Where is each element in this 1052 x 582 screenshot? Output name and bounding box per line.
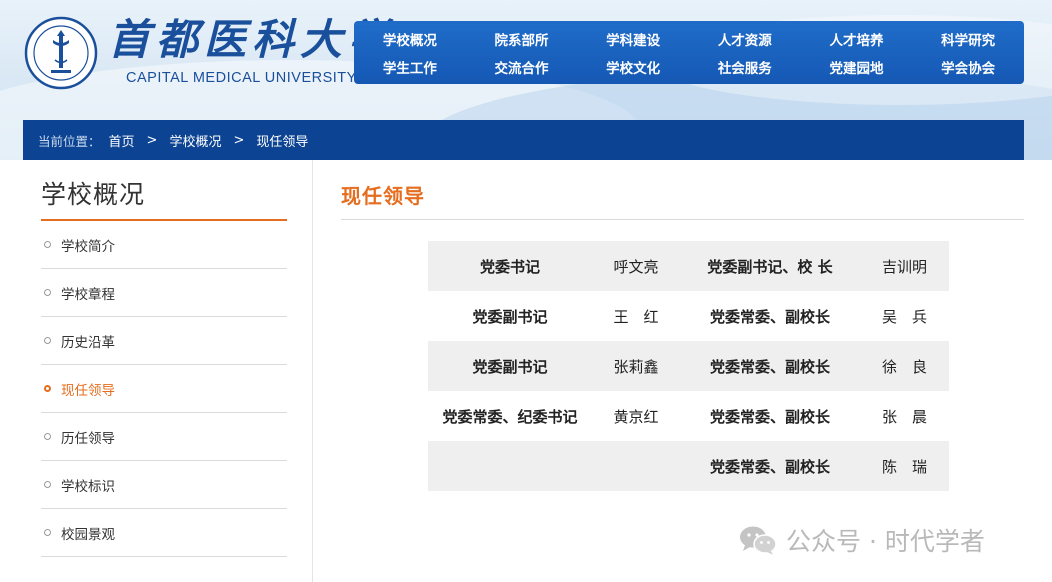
leader-name: 陈 瑞 <box>860 441 949 491</box>
bullet-icon <box>44 529 51 536</box>
leader-role: 党委书记 <box>428 241 592 291</box>
sidebar-item-label: 历任领导 <box>61 430 115 447</box>
nav-item-culture[interactable]: 学校文化 <box>577 53 689 81</box>
page-title: 现任领导 <box>341 184 425 208</box>
sidebar-item-history[interactable]: 历史沿革 <box>41 317 287 365</box>
leader-name: 吉训明 <box>860 241 949 291</box>
sidebar: 学校概况 学校简介 学校章程 历史沿革 现任领导 历任领导 学校标识 校园景观 <box>41 160 287 557</box>
sidebar-item-introduction[interactable]: 学校简介 <box>41 221 287 269</box>
leader-name: 黄京红 <box>613 407 659 426</box>
bullet-icon <box>44 481 51 488</box>
sidebar-item-charter[interactable]: 学校章程 <box>41 269 287 317</box>
leader-role: 党委常委、副校长 <box>680 341 860 391</box>
table-row: 党委书记 呼文亮 党委副书记、校 长 吉训明 <box>428 241 949 291</box>
nav-item-disciplines[interactable]: 学科建设 <box>577 25 689 53</box>
table-row: 党委常委、副校长 陈 瑞 <box>428 441 949 491</box>
university-name-en[interactable]: CAPITAL MEDICAL UNIVERSITY <box>126 70 357 86</box>
watermark: 公众号 · 时代学者 <box>738 522 985 558</box>
sidebar-item-label: 现任领导 <box>61 382 115 399</box>
nav-item-talent-resources[interactable]: 人才资源 <box>689 25 801 53</box>
leader-role: 党委副书记、校 长 <box>680 241 860 291</box>
leader-role <box>428 441 592 491</box>
sidebar-item-identity[interactable]: 学校标识 <box>41 461 287 509</box>
leader-role: 党委常委、副校长 <box>680 441 860 491</box>
leaders-table: 党委书记 呼文亮 党委副书记、校 长 吉训明 党委副书记 王 红 党委常委、副校… <box>428 241 949 491</box>
leader-role: 党委常委、纪委书记 <box>442 407 578 426</box>
nav-item-overview[interactable]: 学校概况 <box>354 25 466 53</box>
bullet-icon <box>44 241 51 248</box>
breadcrumb-overview[interactable]: 学校概况 <box>169 131 221 150</box>
leader-role: 党委副书记 <box>428 341 592 391</box>
table-row: 党委副书记 王 红 党委常委、副校长 吴 兵 <box>428 291 949 341</box>
bullet-icon <box>44 385 51 392</box>
breadcrumb-current[interactable]: 现任领导 <box>256 131 308 150</box>
leader-role: 党委常委、副校长 <box>709 307 830 326</box>
nav-item-social-service[interactable]: 社会服务 <box>689 53 801 81</box>
breadcrumb-lead: 当前位置： <box>38 133 101 149</box>
wechat-icon <box>740 526 777 555</box>
watermark-text: 公众号 · 时代学者 <box>786 527 985 556</box>
breadcrumb-separator: > <box>233 132 245 148</box>
breadcrumb: 当前位置： 首页 > 学校概况 > 现任领导 <box>23 120 1024 160</box>
sidebar-title: 学校概况 <box>41 160 287 221</box>
bullet-icon <box>44 433 51 440</box>
leader-name: 张 晨 <box>881 407 927 426</box>
sidebar-item-former-leaders[interactable]: 历任领导 <box>41 413 287 461</box>
nav-item-exchange[interactable]: 交流合作 <box>466 53 578 81</box>
nav-item-student-affairs[interactable]: 学生工作 <box>354 53 466 81</box>
nav-item-party-building[interactable]: 党建园地 <box>801 53 913 81</box>
leader-role: 党委常委、副校长 <box>709 407 830 426</box>
sidebar-item-label: 学校章程 <box>61 286 115 303</box>
sidebar-item-label: 学校简介 <box>61 238 115 255</box>
nav-item-research[interactable]: 科学研究 <box>912 25 1024 53</box>
sidebar-item-label: 校园景观 <box>61 526 115 543</box>
leader-role: 党委副书记 <box>472 307 548 326</box>
university-emblem-icon[interactable] <box>24 16 98 90</box>
title-divider <box>341 219 1024 220</box>
leader-name: 张莉鑫 <box>592 341 680 391</box>
table-row: 党委常委、纪委书记 黄京红 党委常委、副校长 张 晨 <box>428 391 949 441</box>
breadcrumb-home[interactable]: 首页 <box>109 131 135 150</box>
leader-name: 呼文亮 <box>592 241 680 291</box>
nav-item-societies[interactable]: 学会协会 <box>912 53 1024 81</box>
bullet-icon <box>44 289 51 296</box>
main-nav: 学校概况 院系部所 学科建设 人才资源 人才培养 科学研究 学生工作 交流合作 … <box>354 21 1024 84</box>
bullet-icon <box>44 337 51 344</box>
breadcrumb-separator: > <box>146 132 158 148</box>
column-divider <box>312 160 313 582</box>
leader-name: 王 红 <box>613 307 659 326</box>
sidebar-item-campus[interactable]: 校园景观 <box>41 509 287 557</box>
university-name-cn[interactable]: 首都医科大学 <box>108 14 396 66</box>
sidebar-item-label: 历史沿革 <box>61 334 115 351</box>
nav-item-departments[interactable]: 院系部所 <box>466 25 578 53</box>
leader-name: 吴 兵 <box>881 307 927 326</box>
leader-name <box>592 441 680 491</box>
leader-name: 徐 良 <box>860 341 949 391</box>
nav-item-education[interactable]: 人才培养 <box>801 25 913 53</box>
sidebar-item-current-leaders[interactable]: 现任领导 <box>41 365 287 413</box>
table-row: 党委副书记 张莉鑫 党委常委、副校长 徐 良 <box>428 341 949 391</box>
sidebar-item-label: 学校标识 <box>61 478 115 495</box>
